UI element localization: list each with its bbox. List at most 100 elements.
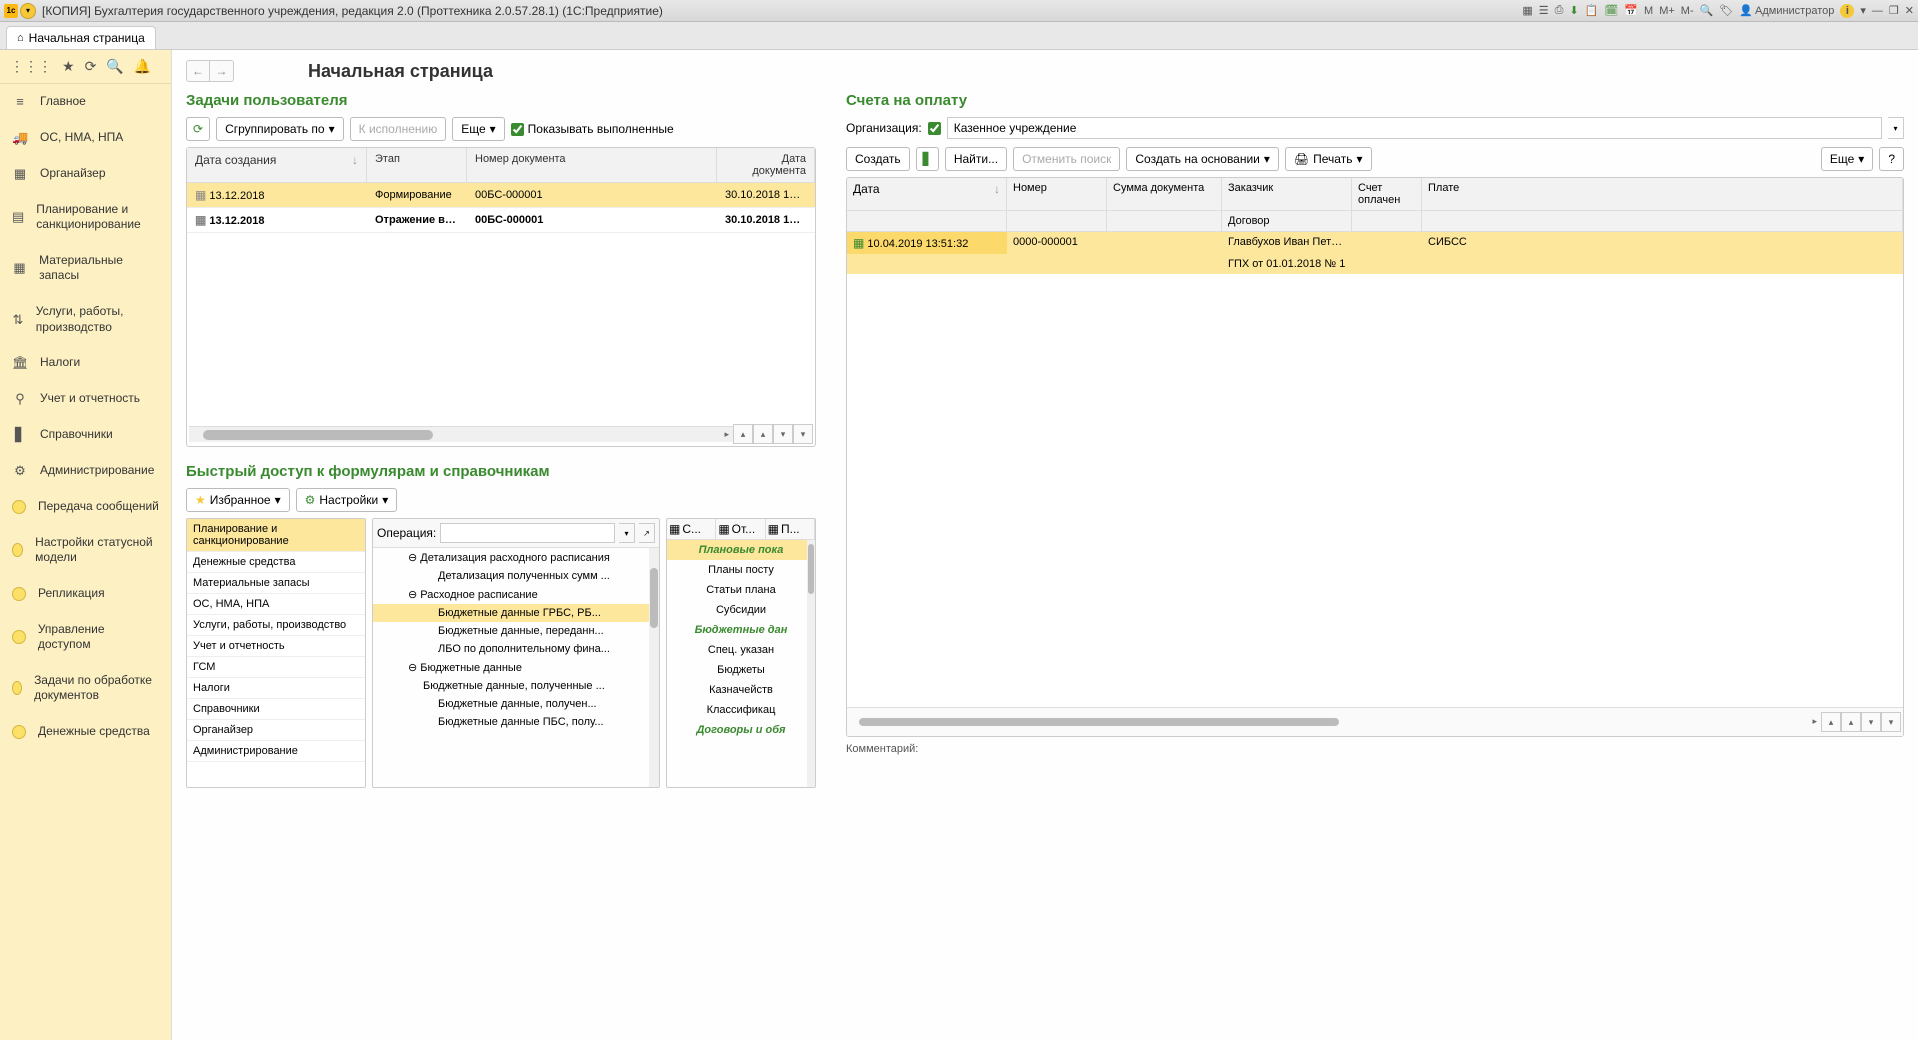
create-based-button[interactable]: Создать на основании ▾: [1126, 147, 1279, 171]
sidebar-circle-item[interactable]: Репликация: [0, 576, 171, 612]
qa-category-item[interactable]: Органайзер: [187, 720, 365, 741]
last-row-button[interactable]: ▾: [793, 424, 813, 444]
qa-right-tab[interactable]: ▦От...: [716, 519, 765, 539]
col-stage[interactable]: Этап: [367, 148, 467, 182]
qa-tree-node[interactable]: Бюджетные данные, полученные ...: [373, 677, 659, 695]
sidebar-circle-item[interactable]: Настройки статусной модели: [0, 525, 171, 576]
qa-right-item[interactable]: Казначейств: [667, 680, 815, 700]
tb-icon[interactable]: M+: [1659, 5, 1675, 17]
inv-prev-button[interactable]: ▴: [1841, 712, 1861, 732]
qa-category-item[interactable]: ГСМ: [187, 657, 365, 678]
refresh-button[interactable]: ⟳: [186, 117, 210, 141]
settings-button[interactable]: ⚙ Настройки ▾: [296, 488, 398, 512]
sidebar-item[interactable]: ▦Материальные запасы: [0, 243, 171, 294]
maximize-icon[interactable]: ❐: [1889, 4, 1899, 17]
task-row[interactable]: ▦ 13.12.2018Формирование00БС-00000130.10…: [187, 183, 815, 208]
tb-icon[interactable]: 📅: [1624, 4, 1638, 17]
qa-tree-node[interactable]: ⊖ Расходное расписание: [373, 585, 659, 604]
qa-tree-node[interactable]: ЛБО по дополнительному фина...: [373, 640, 659, 658]
col-date[interactable]: Дата создания ↓: [187, 148, 367, 182]
qa-category-item[interactable]: Планирование и санкционирование: [187, 519, 365, 552]
prev-row-button[interactable]: ▴: [753, 424, 773, 444]
qa-right-item[interactable]: Субсидии: [667, 600, 815, 620]
sidebar-circle-item[interactable]: Денежные средства: [0, 714, 171, 750]
copy-button[interactable]: ▋: [916, 147, 939, 171]
operation-input[interactable]: [440, 523, 615, 543]
bell-icon[interactable]: 🔔: [134, 58, 151, 75]
qa-category-item[interactable]: Денежные средства: [187, 552, 365, 573]
tb-icon[interactable]: M-: [1681, 5, 1694, 17]
qa-right-item[interactable]: Бюджетные дан: [667, 620, 815, 640]
qa-category-item[interactable]: Материальные запасы: [187, 573, 365, 594]
qa-tree-node[interactable]: Бюджетные данные, получен...: [373, 695, 659, 713]
qa-right-item[interactable]: Планы посту: [667, 560, 815, 580]
col-inv-sum[interactable]: Сумма документа: [1107, 178, 1222, 210]
qa-category-item[interactable]: ОС, НМА, НПА: [187, 594, 365, 615]
col-inv-cust[interactable]: Заказчик: [1222, 178, 1352, 210]
inv-hscroll[interactable]: ▸: [849, 716, 1821, 728]
back-button[interactable]: ←: [186, 60, 210, 82]
cancel-search-button[interactable]: Отменить поиск: [1013, 147, 1120, 171]
qa-category-item[interactable]: Услуги, работы, производство: [187, 615, 365, 636]
inv-next-button[interactable]: ▾: [1861, 712, 1881, 732]
favorites-button[interactable]: ★ Избранное ▾: [186, 488, 290, 512]
qa-tree-node[interactable]: ⊖ Бюджетные данные: [373, 658, 659, 677]
sidebar-item[interactable]: 🚚ОС, НМА, НПА: [0, 120, 171, 156]
star-icon[interactable]: ★: [62, 58, 75, 75]
more-button[interactable]: Еще ▾: [452, 117, 504, 141]
qa-right-item[interactable]: Статьи плана: [667, 580, 815, 600]
tb-icon[interactable]: ☰: [1539, 4, 1549, 17]
operation-open[interactable]: ↗: [639, 523, 655, 543]
qa-tree-node[interactable]: Бюджетные данные, переданн...: [373, 622, 659, 640]
info-icon[interactable]: i: [1840, 4, 1854, 18]
forward-button[interactable]: →: [210, 60, 234, 82]
sidebar-item[interactable]: ≡Главное: [0, 84, 171, 120]
inv-first-button[interactable]: ▴: [1821, 712, 1841, 732]
tb-icon[interactable]: ▦: [1522, 4, 1532, 17]
invoice-row[interactable]: ▦ 10.04.2019 13:51:320000-000001Главбухо…: [847, 232, 1903, 274]
qa-tree-node[interactable]: Бюджетные данные ГРБС, РБ...: [373, 604, 659, 622]
org-dropdown[interactable]: ▾: [1888, 117, 1904, 139]
tb-icon[interactable]: 🏷: [1719, 4, 1733, 17]
qa-category-item[interactable]: Учет и отчетность: [187, 636, 365, 657]
sidebar-circle-item[interactable]: Передача сообщений: [0, 489, 171, 525]
tb-icon[interactable]: 🗓: [1604, 4, 1618, 17]
tb-icon[interactable]: 📋: [1585, 4, 1599, 17]
qa-right-item[interactable]: Плановые пока: [667, 540, 815, 560]
to-execution-button[interactable]: К исполнению: [350, 117, 447, 141]
qa-right-tab[interactable]: ▦С...: [667, 519, 716, 539]
qa-right-item[interactable]: Договоры и обя: [667, 720, 815, 740]
sidebar-item[interactable]: ⚙Администрирование: [0, 453, 171, 489]
inv-more-button[interactable]: Еще ▾: [1821, 147, 1873, 171]
sidebar-item[interactable]: ▤Планирование и санкционирование: [0, 192, 171, 243]
qa-tree-node[interactable]: ⊖ Детализация расходного расписания: [373, 548, 659, 567]
operation-dropdown[interactable]: ▾: [619, 523, 635, 543]
sidebar-item[interactable]: ⇅Услуги, работы, производство: [0, 294, 171, 345]
col-doc[interactable]: Номер документа: [467, 148, 717, 182]
tb-icon[interactable]: ▾: [1860, 4, 1866, 17]
qa-category-item[interactable]: Администрирование: [187, 741, 365, 762]
col-ddate[interactable]: Дата документа: [717, 148, 815, 182]
user-label[interactable]: 👤 Администратор: [1739, 4, 1834, 17]
help-button[interactable]: ?: [1879, 147, 1904, 171]
find-button[interactable]: Найти...: [945, 147, 1007, 171]
col-inv-contract[interactable]: Договор: [1222, 211, 1352, 231]
tb-icon[interactable]: M: [1644, 5, 1653, 17]
sidebar-circle-item[interactable]: Задачи по обработке документов: [0, 663, 171, 714]
sidebar-item[interactable]: ⚲Учет и отчетность: [0, 381, 171, 417]
sidebar-item[interactable]: 🏛Налоги: [0, 345, 171, 381]
tb-icon[interactable]: 🔍: [1700, 4, 1714, 17]
qa-category-item[interactable]: Налоги: [187, 678, 365, 699]
col-inv-paid[interactable]: Счет оплачен: [1352, 178, 1422, 210]
group-by-button[interactable]: Сгруппировать по ▾: [216, 117, 344, 141]
col-inv-num[interactable]: Номер: [1007, 178, 1107, 210]
sidebar-item[interactable]: ▦Органайзер: [0, 156, 171, 192]
task-row[interactable]: ▦ 13.12.2018Отражение в уч...00БС-000001…: [187, 208, 815, 233]
col-inv-payer[interactable]: Плате: [1422, 178, 1903, 210]
qa-right-item[interactable]: Бюджеты: [667, 660, 815, 680]
qa-right-item[interactable]: Классификац: [667, 700, 815, 720]
org-checkbox[interactable]: [928, 122, 941, 135]
dropdown-circle-icon[interactable]: ▾: [20, 3, 36, 19]
minimize-icon[interactable]: —: [1872, 5, 1883, 17]
qa-tree-node[interactable]: Детализация полученных сумм ...: [373, 567, 659, 585]
